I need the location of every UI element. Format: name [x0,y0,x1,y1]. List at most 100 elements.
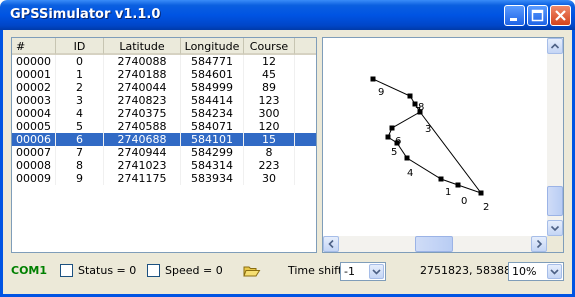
close-icon [555,10,566,21]
table-row[interactable]: 00008 8 2741023 584314 223 [12,159,316,172]
track-point-marker[interactable] [438,176,444,182]
track-plot[interactable]: 1023456789 [323,38,547,236]
table-row[interactable]: 00001 1 2740188 584601 45 [12,68,316,81]
table-cell: 584314 [181,159,244,172]
table-cell: 300 [244,107,295,120]
table-cell: 584101 [181,133,244,146]
status-checkbox-label: Status = 0 [78,264,137,277]
column-header-id[interactable]: ID [56,38,104,55]
arrow-down-icon [550,225,560,232]
horizontal-scroll-thumb[interactable] [415,236,453,252]
table-cell: 00009 [12,172,56,185]
track-point-label: 5 [391,147,397,158]
window-title: GPSSimulator v1.1.0 [10,7,161,22]
table-cell: 15 [244,133,295,146]
table-cell: 123 [244,94,295,107]
table-row[interactable]: 00002 2 2740044 584999 89 [12,81,316,94]
table-row[interactable]: 00007 7 2740944 584299 8 [12,146,316,159]
track-point-marker[interactable] [389,125,395,131]
table-cell: 584601 [181,68,244,81]
table-cell: 2740944 [104,146,181,159]
track-point-label: 2 [483,202,489,213]
time-shift-label: Time shift: [288,264,346,277]
status-checkbox[interactable] [60,264,73,277]
table-cell: 00001 [12,68,56,81]
column-header-filler [295,38,316,55]
column-header-index[interactable]: # [12,38,56,55]
cursor-coordinates: 2751823, 583884 [420,264,518,277]
track-point-label: 1 [445,187,451,198]
zoom-value: 10% [512,265,537,278]
track-point-label: 6 [395,136,401,147]
table-row[interactable]: 00003 3 2740823 584414 123 [12,94,316,107]
column-header-latitude[interactable]: Latitude [104,38,181,55]
table-cell: 2740823 [104,94,181,107]
table-cell: 00005 [12,120,56,133]
table-cell: 120 [244,120,295,133]
scroll-up-button[interactable] [547,38,563,54]
zoom-select[interactable]: 10% [508,262,564,281]
table-cell: 583934 [181,172,244,185]
arrow-left-icon [328,239,334,249]
table-row[interactable]: 00004 4 2740375 584234 300 [12,107,316,120]
open-file-button[interactable] [243,264,261,279]
table-cell: 2740588 [104,120,181,133]
table-cell: 7 [56,146,104,159]
table-cell: 584771 [181,55,244,68]
close-button[interactable] [550,5,571,26]
track-map[interactable]: 1023456789 [322,37,564,253]
table-cell: 9 [56,172,104,185]
track-point-marker[interactable] [404,155,410,161]
table-cell: 2740044 [104,81,181,94]
map-horizontal-scrollbar[interactable] [323,236,547,252]
table-cell: 2740688 [104,133,181,146]
port-label: COM1 [11,264,48,277]
table-cell: 0 [56,55,104,68]
arrow-up-icon [550,43,560,49]
list-header: # ID Latitude Longitude Course [12,38,316,55]
track-point-marker[interactable] [385,134,391,140]
table-row[interactable]: 00006 6 2740688 584101 15 [12,133,316,146]
app-window: GPSSimulator v1.1.0 # ID Latitude Longit… [0,0,575,297]
track-point-marker[interactable] [370,76,376,82]
track-point-marker[interactable] [407,93,413,99]
table-cell: 00004 [12,107,56,120]
scroll-down-button[interactable] [547,220,563,236]
zoom-dropdown-button[interactable] [547,264,562,279]
track-point-label: 4 [407,168,413,179]
table-cell: 2 [56,81,104,94]
column-header-course[interactable]: Course [244,38,295,55]
table-row[interactable]: 00009 9 2741175 583934 30 [12,172,316,185]
track-point-label: 9 [378,87,384,98]
track-point-label: 0 [461,196,467,207]
track-point-marker[interactable] [478,190,484,196]
table-cell: 2740188 [104,68,181,81]
points-list[interactable]: # ID Latitude Longitude Course 00000 0 274… [11,37,317,253]
vertical-scroll-thumb[interactable] [547,186,563,216]
table-row[interactable]: 00000 0 2740088 584771 12 [12,55,316,68]
table-cell: 00002 [12,81,56,94]
table-cell: 2741175 [104,172,181,185]
track-point-label: 8 [418,102,424,113]
maximize-button[interactable] [527,5,548,26]
table-cell: 00003 [12,94,56,107]
arrow-right-icon [536,239,543,249]
folder-open-icon [243,266,261,277]
time-shift-dropdown-button[interactable] [369,264,384,279]
time-shift-select[interactable]: -1 [340,262,386,281]
scroll-right-button[interactable] [531,236,547,252]
speed-checkbox[interactable] [147,264,160,277]
time-shift-value: -1 [344,265,355,278]
scroll-left-button[interactable] [323,236,339,252]
table-row[interactable]: 00005 5 2740588 584071 120 [12,120,316,133]
track-point-marker[interactable] [455,182,461,188]
map-vertical-scrollbar[interactable] [547,38,563,236]
table-cell: 584299 [181,146,244,159]
table-cell: 3 [56,94,104,107]
title-bar[interactable]: GPSSimulator v1.1.0 [0,0,575,30]
table-cell: 8 [244,146,295,159]
column-header-longitude[interactable]: Longitude [181,38,244,55]
minimize-button[interactable] [504,5,525,26]
table-cell: 584414 [181,94,244,107]
table-cell: 00008 [12,159,56,172]
